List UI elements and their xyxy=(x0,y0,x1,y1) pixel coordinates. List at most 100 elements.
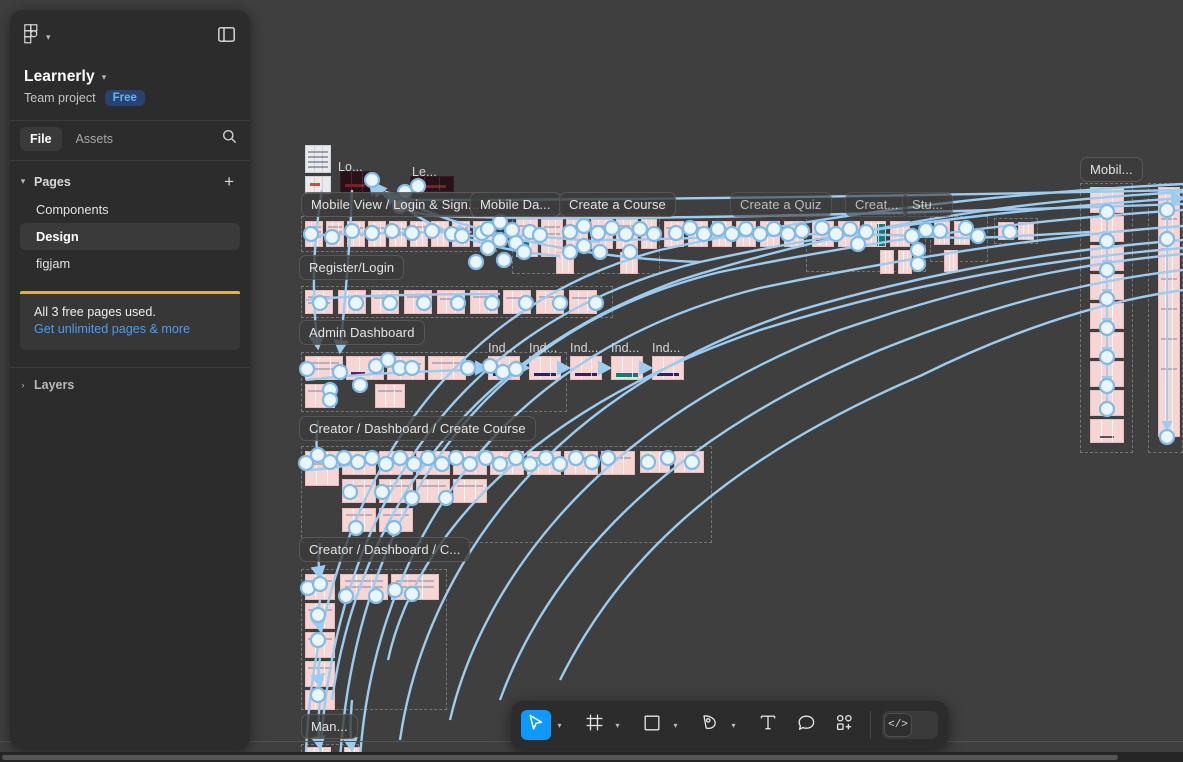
add-page-button[interactable]: + xyxy=(222,173,236,190)
project-title-row[interactable]: Learnerly ▾ xyxy=(24,68,236,86)
canvas-thumbnail[interactable] xyxy=(1090,274,1124,300)
frame-label[interactable]: Create a Quiz xyxy=(730,192,832,217)
canvas-thumbnail[interactable] xyxy=(305,145,331,173)
canvas-thumbnail[interactable] xyxy=(1090,390,1124,416)
canvas-thumbnail[interactable] xyxy=(342,508,376,532)
canvas-thumbnail[interactable] xyxy=(1158,187,1180,437)
move-tool-button[interactable] xyxy=(521,710,551,740)
frame-label[interactable]: Admin Dashboard xyxy=(299,320,425,345)
canvas-thumbnail[interactable] xyxy=(890,221,910,247)
canvas-thumbnail[interactable] xyxy=(305,290,333,314)
canvas-thumbnail[interactable] xyxy=(342,479,376,503)
canvas-thumbnail[interactable] xyxy=(664,221,684,247)
canvas-thumbnail[interactable] xyxy=(305,661,335,687)
canvas-thumbnail[interactable] xyxy=(570,356,602,380)
dev-mode-toggle[interactable]: </> xyxy=(882,711,938,739)
canvas-thumbnail[interactable] xyxy=(305,690,335,710)
canvas-thumbnail[interactable] xyxy=(736,221,756,247)
frame-label[interactable]: Create a Course xyxy=(559,192,676,217)
frame-label[interactable]: Mobile Da... xyxy=(470,192,561,217)
frame-label[interactable]: Ind... xyxy=(570,341,598,355)
canvas-thumbnail[interactable] xyxy=(652,356,684,380)
canvas-thumbnail[interactable] xyxy=(1090,303,1124,329)
horizontal-scrollbar-track[interactable] xyxy=(0,752,1183,762)
pen-tool-dropdown[interactable]: ▾ xyxy=(727,711,740,739)
figma-menu-button[interactable]: ▾ xyxy=(24,24,51,50)
pages-section-header[interactable]: ▾ Pages + xyxy=(10,167,250,196)
frame-label[interactable]: Mobil... xyxy=(1080,157,1143,182)
frame-label[interactable]: Creator / Dashboard / C... xyxy=(299,537,471,562)
canvas-thumbnail[interactable] xyxy=(944,250,958,272)
tab-file[interactable]: File xyxy=(20,127,62,151)
canvas-thumbnail[interactable] xyxy=(389,221,407,247)
canvas-thumbnail[interactable] xyxy=(387,356,425,380)
canvas-thumbnail[interactable] xyxy=(1090,361,1124,387)
canvas-thumbnail[interactable] xyxy=(305,603,335,629)
frame-label[interactable]: Stu... xyxy=(902,192,953,217)
canvas-thumbnail[interactable] xyxy=(880,250,894,274)
move-tool-dropdown[interactable]: ▾ xyxy=(553,711,566,739)
canvas-thumbnail[interactable] xyxy=(305,384,335,408)
sidebar-item-components[interactable]: Components xyxy=(20,196,240,223)
canvas-thumbnail[interactable] xyxy=(601,451,635,475)
canvas-thumbnail[interactable] xyxy=(437,290,465,314)
frame-label[interactable]: Creat... xyxy=(845,192,909,217)
frame-label[interactable]: Ind... xyxy=(611,341,639,355)
canvas-thumbnail[interactable] xyxy=(470,290,498,314)
canvas-thumbnail[interactable] xyxy=(371,290,399,314)
canvas-thumbnail[interactable] xyxy=(379,479,413,503)
canvas-thumbnail[interactable] xyxy=(529,356,561,380)
frame-label[interactable]: Ind... xyxy=(488,341,516,355)
canvas-thumbnail[interactable] xyxy=(305,574,335,600)
canvas-thumbnail[interactable] xyxy=(473,221,493,247)
canvas-thumbnail[interactable] xyxy=(616,219,638,249)
horizontal-scrollbar-thumb[interactable] xyxy=(2,755,1118,760)
comment-tool-button[interactable] xyxy=(791,710,821,740)
frame-label[interactable]: Register/Login xyxy=(299,255,405,280)
frame-label[interactable]: Lo... xyxy=(338,160,363,174)
text-tool-button[interactable] xyxy=(753,710,783,740)
canvas-thumbnail[interactable] xyxy=(305,632,335,658)
canvas-thumbnail[interactable] xyxy=(641,219,657,249)
canvas-thumbnail[interactable] xyxy=(784,221,804,247)
canvas-thumbnail[interactable] xyxy=(556,252,574,274)
frame-tool-dropdown[interactable]: ▾ xyxy=(611,711,624,739)
canvas-thumbnail[interactable] xyxy=(569,290,597,314)
upgrade-banner-link[interactable]: Get unlimited pages & more xyxy=(34,322,226,336)
canvas-thumbnail[interactable] xyxy=(338,290,366,314)
canvas-thumbnail[interactable] xyxy=(674,451,704,473)
canvas-thumbnail[interactable] xyxy=(591,219,613,249)
canvas-thumbnail[interactable] xyxy=(760,221,780,247)
canvas-thumbnail[interactable] xyxy=(305,221,323,247)
canvas-thumbnail[interactable] xyxy=(566,219,588,249)
frame-label[interactable]: Man... xyxy=(301,714,358,739)
canvas-thumbnail[interactable] xyxy=(954,221,970,245)
layers-section-header[interactable]: › Layers xyxy=(10,368,250,402)
sidebar-toggle-button[interactable] xyxy=(216,27,236,47)
canvas-thumbnail[interactable] xyxy=(404,290,432,314)
frame-label[interactable]: Creator / Dashboard / Create Course xyxy=(299,416,536,441)
search-button[interactable] xyxy=(218,128,240,150)
actions-tool-button[interactable] xyxy=(829,710,859,740)
canvas-thumbnail[interactable] xyxy=(326,221,344,247)
canvas-thumbnail[interactable] xyxy=(431,221,449,247)
canvas-thumbnail[interactable] xyxy=(368,221,386,247)
canvas-thumbnail[interactable] xyxy=(516,219,538,257)
canvas-thumbnail[interactable] xyxy=(1090,332,1124,358)
canvas-thumbnail[interactable] xyxy=(346,356,384,380)
canvas-thumbnail[interactable] xyxy=(864,221,886,247)
canvas-thumbnail[interactable] xyxy=(1090,245,1124,271)
canvas-thumbnail[interactable] xyxy=(620,252,638,274)
tab-assets[interactable]: Assets xyxy=(66,127,124,151)
canvas-thumbnail[interactable] xyxy=(347,221,365,247)
pen-tool-button[interactable] xyxy=(695,710,725,740)
canvas-thumbnail[interactable] xyxy=(712,221,732,247)
shape-tool-dropdown[interactable]: ▾ xyxy=(669,711,682,739)
canvas-thumbnail[interactable] xyxy=(490,451,524,475)
canvas-thumbnail[interactable] xyxy=(452,221,470,247)
canvas-thumbnail[interactable] xyxy=(342,451,376,475)
canvas-thumbnail[interactable] xyxy=(428,356,466,380)
canvas-thumbnail[interactable] xyxy=(536,290,564,314)
canvas-thumbnail[interactable] xyxy=(416,479,450,503)
canvas-thumbnail[interactable] xyxy=(934,221,950,245)
